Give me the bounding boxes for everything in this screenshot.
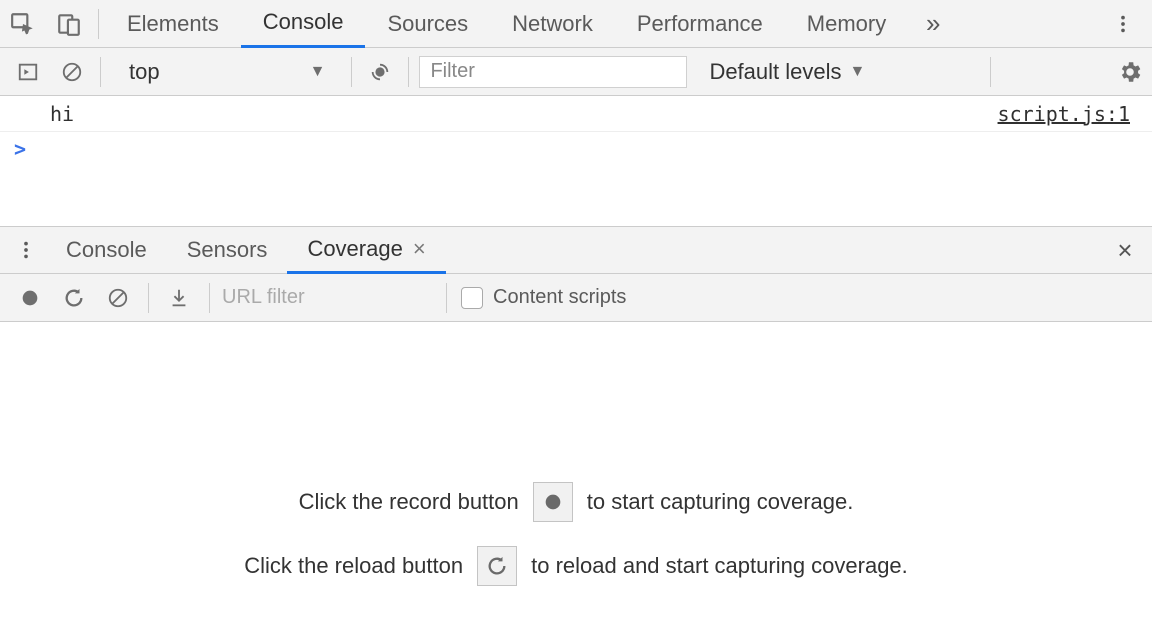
chevron-down-icon: ▼ (850, 63, 866, 81)
reload-icon (477, 546, 517, 586)
hint-text: Click the record button (299, 489, 519, 515)
hint-text: to start capturing coverage. (587, 489, 854, 515)
log-source-link[interactable]: script.js:1 (998, 102, 1130, 126)
record-icon[interactable] (8, 274, 52, 322)
execution-context-label: top (129, 59, 160, 85)
log-message: hi (50, 102, 74, 126)
tab-memory[interactable]: Memory (785, 0, 908, 48)
hint-record: Click the record button to start capturi… (299, 482, 854, 522)
more-tabs-icon[interactable]: » (908, 8, 958, 39)
inspect-element-icon[interactable] (0, 0, 46, 48)
separator (351, 57, 352, 87)
devtools-menu-icon[interactable] (1098, 13, 1148, 35)
console-filter-input[interactable] (419, 56, 687, 88)
tab-performance[interactable]: Performance (615, 0, 785, 48)
console-prompt[interactable]: > (0, 132, 1152, 166)
coverage-empty-state: Click the record button to start capturi… (0, 322, 1152, 586)
hint-reload: Click the reload button to reload and st… (244, 546, 908, 586)
tab-network[interactable]: Network (490, 0, 615, 48)
content-scripts-label: Content scripts (493, 286, 626, 309)
chevron-down-icon: ▼ (310, 63, 326, 81)
device-toggle-icon[interactable] (46, 0, 92, 48)
separator (148, 283, 149, 313)
hint-text: to reload and start capturing coverage. (531, 553, 908, 579)
separator (446, 283, 447, 313)
live-expression-icon[interactable] (358, 48, 402, 96)
reload-icon[interactable] (52, 274, 96, 322)
export-icon[interactable] (157, 274, 201, 322)
drawer-tabstrip: Console Sensors Coverage × × (0, 226, 1152, 274)
separator (209, 283, 210, 313)
separator (990, 57, 991, 87)
content-scripts-checkbox[interactable] (461, 287, 483, 309)
tab-console[interactable]: Console (241, 0, 366, 48)
clear-icon[interactable] (96, 274, 140, 322)
hint-text: Click the reload button (244, 553, 463, 579)
console-output: hi script.js:1 > (0, 96, 1152, 226)
console-settings-icon[interactable] (1108, 48, 1152, 96)
tab-elements[interactable]: Elements (105, 0, 241, 48)
url-filter-input[interactable] (218, 286, 438, 309)
drawer-tab-sensors[interactable]: Sensors (167, 226, 288, 274)
console-toolbar: top ▼ Default levels ▼ (0, 48, 1152, 96)
drawer-menu-icon[interactable] (6, 239, 46, 261)
execution-context-selector[interactable]: top ▼ (113, 55, 339, 89)
console-log-row: hi script.js:1 (0, 96, 1152, 132)
chevron-right-icon: > (14, 137, 26, 161)
tab-sources[interactable]: Sources (365, 0, 490, 48)
record-icon (533, 482, 573, 522)
console-sidebar-toggle-icon[interactable] (6, 48, 50, 96)
separator (100, 57, 101, 87)
clear-console-icon[interactable] (50, 48, 94, 96)
separator (98, 9, 99, 39)
spacer (0, 166, 1152, 226)
separator (408, 57, 409, 87)
coverage-toolbar: Content scripts (0, 274, 1152, 322)
drawer-tab-label: Coverage (307, 236, 402, 262)
close-icon[interactable]: × (413, 236, 426, 262)
devtools-tabstrip: Elements Console Sources Network Perform… (0, 0, 1152, 48)
log-level-selector[interactable]: Default levels ▼ (695, 55, 879, 89)
drawer-tab-console[interactable]: Console (46, 226, 167, 274)
drawer-tab-coverage[interactable]: Coverage × (287, 226, 445, 274)
drawer-close-icon[interactable]: × (1098, 235, 1152, 266)
log-level-label: Default levels (709, 59, 841, 85)
